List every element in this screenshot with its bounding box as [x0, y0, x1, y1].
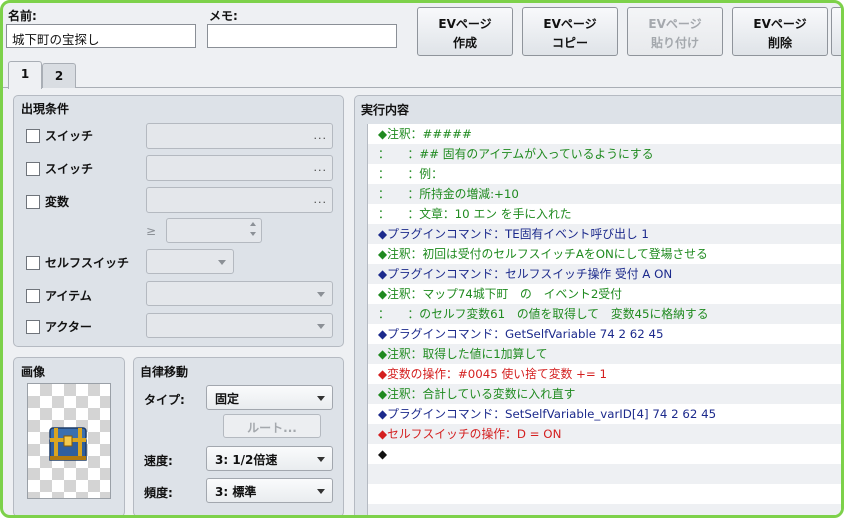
variable-label: 変数 [45, 195, 70, 209]
variable-selector[interactable]: ... [146, 187, 333, 213]
command-line[interactable]: ◆セルフスイッチの操作：D = ON [368, 424, 841, 444]
checkbox-box[interactable] [26, 128, 40, 143]
name-field[interactable]: 城下町の宝探し [6, 24, 196, 48]
memo-field[interactable] [207, 24, 397, 48]
actor-dropdown[interactable] [146, 313, 333, 338]
frequency-dropdown[interactable]: 3: 標準 [206, 478, 333, 503]
treasure-chest-icon [49, 427, 87, 461]
route-button[interactable]: ルート... [223, 414, 321, 438]
checkbox-box[interactable] [26, 319, 40, 334]
speed-value: 3: 1/2倍速 [215, 453, 278, 467]
ev-page-create-button[interactable]: EVページ作成 [417, 7, 513, 56]
tab-page-1[interactable]: 1 [8, 61, 42, 89]
command-line[interactable]: ◆注釈：マップ74城下町 の イベント2受付 [368, 284, 841, 304]
spin-down-icon[interactable] [250, 232, 256, 236]
button-line2: 削除 [767, 36, 792, 50]
item-label: アイテム [45, 289, 92, 303]
checkbox-box[interactable] [26, 288, 40, 303]
gte-sign: ≥ [146, 224, 157, 238]
switch2-selector[interactable]: ... [146, 155, 333, 181]
checkbox-box[interactable] [26, 255, 40, 270]
self-switch-label: セルフスイッチ [45, 256, 130, 270]
chevron-down-icon [317, 489, 325, 494]
name-label: 名前: [8, 9, 37, 23]
tab-baseline [3, 87, 841, 88]
event-command-list[interactable]: ◆注釈：#####： ：## 固有のアイテムが入っているようにする： ：例：： … [367, 124, 841, 515]
chevron-down-icon [317, 396, 325, 401]
variable-checkbox[interactable]: 変数 [26, 193, 69, 210]
command-line[interactable]: ◆プラグインコマンド：TE固有イベント呼び出し 1 [368, 224, 841, 244]
switch2-checkbox[interactable]: スイッチ [26, 160, 93, 177]
button-line1: EVページ [753, 17, 807, 31]
switch2-label: スイッチ [45, 162, 94, 176]
button-line1: EVページ [438, 17, 492, 31]
memo-label: メモ: [209, 9, 238, 23]
command-line[interactable]: ： ：例： [368, 164, 841, 184]
spin-up-icon[interactable] [250, 222, 256, 226]
self-switch-dropdown[interactable] [146, 249, 234, 274]
image-title: 画像 [21, 365, 46, 379]
chevron-down-icon [317, 292, 325, 297]
command-line[interactable]: ： ：所持金の増減:+10 [368, 184, 841, 204]
frequency-value: 3: 標準 [215, 485, 257, 499]
speed-label: 速度: [144, 454, 173, 468]
checkbox-box[interactable] [26, 194, 40, 209]
actor-label: アクター [45, 320, 92, 334]
command-line[interactable]: ： ：文章：10 エン を手に入れた [368, 204, 841, 224]
command-line[interactable]: ◆ [368, 444, 841, 464]
event-image-preview[interactable] [27, 383, 111, 499]
button-line2: 貼り付け [650, 36, 699, 50]
chevron-down-icon [317, 324, 325, 329]
button-line2: コピー [551, 36, 588, 50]
speed-dropdown[interactable]: 3: 1/2倍速 [206, 446, 333, 471]
command-line[interactable]: ◆プラグインコマンド：セルフスイッチ操作 受付 A ON [368, 264, 841, 284]
empty-line [368, 464, 841, 484]
button-line1: EVページ [648, 17, 702, 31]
command-line[interactable]: ◆注釈：初回は受付のセルフスイッチAをONにして登場させる [368, 244, 841, 264]
command-line[interactable]: ： ：のセルフ変数61 の値を取得して 変数45に格納する [368, 304, 841, 324]
type-label: タイプ: [144, 393, 185, 407]
event-editor-window: 名前: 城下町の宝探し メモ: EVページ作成 EVページコピー EVページ貼り… [0, 0, 844, 518]
switch1-checkbox[interactable]: スイッチ [26, 127, 93, 144]
command-line[interactable]: ◆プラグインコマンド：SetSelfVariable_varID[4] 74 2… [368, 404, 841, 424]
command-line[interactable]: ◆注釈：取得した値に1加算して [368, 344, 841, 364]
ev-page-copy-button[interactable]: EVページコピー [522, 7, 618, 56]
command-line[interactable]: ◆注釈：##### [368, 124, 841, 144]
chevron-down-icon [218, 260, 226, 265]
command-line[interactable]: ◆プラグインコマンド：GetSelfVariable 74 2 62 45 [368, 324, 841, 344]
ev-page-paste-button[interactable]: EVページ貼り付け [627, 7, 723, 56]
actor-checkbox[interactable]: アクター [26, 318, 92, 335]
variable-value-spinner[interactable] [166, 218, 262, 243]
conditions-title: 出現条件 [21, 102, 70, 116]
dots-icon: ... [313, 129, 327, 142]
switch1-label: スイッチ [45, 129, 94, 143]
item-dropdown[interactable] [146, 281, 333, 306]
switch1-selector[interactable]: ... [146, 123, 333, 149]
type-dropdown[interactable]: 固定 [206, 385, 333, 410]
command-line[interactable]: ◆変数の操作：#0045 使い捨て変数 += 1 [368, 364, 841, 384]
empty-line [368, 484, 841, 504]
dots-icon: ... [313, 193, 327, 206]
command-line[interactable]: ◆注釈：合計している変数に入れ直す [368, 384, 841, 404]
checkbox-box[interactable] [26, 161, 40, 176]
button-line1: EVページ [543, 17, 597, 31]
button-line2: 作成 [452, 36, 477, 50]
item-checkbox[interactable]: アイテム [26, 287, 92, 304]
autonomous-title: 自律移動 [140, 365, 189, 379]
type-value: 固定 [215, 392, 240, 406]
tab-page-2[interactable]: 2 [42, 63, 76, 88]
dots-icon: ... [313, 161, 327, 174]
ev-page-delete-button[interactable]: EVページ削除 [732, 7, 828, 56]
command-line[interactable]: ： ：## 固有のアイテムが入っているようにする [368, 144, 841, 164]
chevron-down-icon [317, 457, 325, 462]
ev-page-clear-button[interactable] [831, 7, 841, 56]
self-switch-checkbox[interactable]: セルフスイッチ [26, 254, 129, 271]
frequency-label: 頻度: [144, 486, 173, 500]
contents-title: 実行内容 [361, 103, 410, 117]
empty-line [368, 504, 841, 515]
command-lines: ◆注釈：#####： ：## 固有のアイテムが入っているようにする： ：例：： … [368, 124, 841, 515]
